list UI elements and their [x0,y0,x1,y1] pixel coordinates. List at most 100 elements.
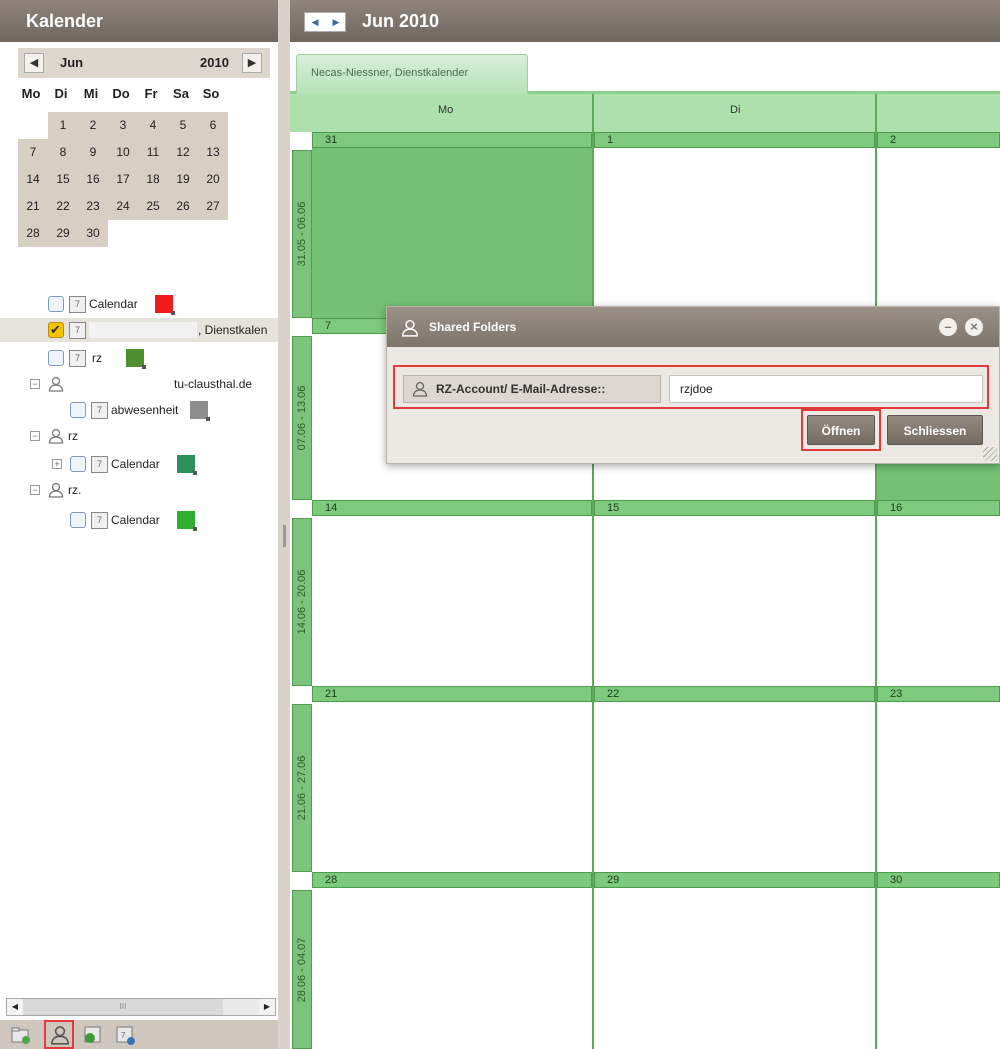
day-cell[interactable] [594,702,875,872]
account-input[interactable]: rzjdoe [669,375,983,403]
day-cell[interactable] [877,888,1000,1049]
mini-calendar-day[interactable]: 18 [138,166,168,193]
day-cell[interactable] [877,516,1000,686]
mini-calendar-day[interactable]: 8 [48,139,78,166]
day-cell[interactable] [312,148,592,318]
week-range-label[interactable]: 28.06 - 04.07 [292,890,312,1049]
mini-calendar-day[interactable]: 13 [198,139,228,166]
color-swatch[interactable] [155,295,175,315]
day-cell[interactable] [877,148,1000,318]
mini-calendar-day[interactable]: 7 [18,139,48,166]
mini-calendar-day[interactable]: 2 [78,112,108,139]
resize-grip[interactable] [983,447,997,461]
add-folder-icon[interactable] [10,1024,32,1046]
close-button[interactable]: Schliessen [887,415,983,445]
mini-calendar-day[interactable]: 22 [48,193,78,220]
mini-calendar-day[interactable]: 4 [138,112,168,139]
tree-item-user-rz[interactable]: − rz [0,424,278,448]
tree-item-user-rz2[interactable]: − rz. [0,478,278,502]
scroll-left-icon[interactable]: ◀ [7,999,23,1015]
day-number[interactable]: 2 [877,132,1000,148]
prev-icon[interactable]: ◀ [305,13,325,31]
sidebar-horizontal-scrollbar[interactable]: ◀ III ▶ [6,998,276,1016]
day-number[interactable]: 14 [312,500,592,516]
collapse-icon[interactable]: − [30,431,40,441]
tree-item-calendar-green[interactable]: 7 Calendar [0,508,278,532]
day-number[interactable]: 16 [877,500,1000,516]
tree-item-rz[interactable]: 7 rz [0,346,278,370]
shared-folders-button[interactable] [44,1020,74,1049]
mini-calendar-day[interactable]: 20 [198,166,228,193]
day-number[interactable]: 15 [594,500,875,516]
next-icon[interactable]: ▶ [326,13,346,31]
calendar-checkbox[interactable] [48,296,64,312]
week-range-label[interactable]: 07.06 - 13.06 [292,336,312,500]
calendar-checkbox[interactable] [48,318,64,342]
next-month-button[interactable]: ▶ [242,53,262,73]
tree-item-calendar-rz[interactable]: + 7 Calendar [0,452,278,476]
panel-splitter[interactable] [278,0,290,1049]
tab-dienstkalender[interactable]: Necas-Niessner, Dienstkalender [296,54,528,94]
close-icon[interactable]: × [965,318,983,336]
mini-calendar-day[interactable]: 12 [168,139,198,166]
minimize-icon[interactable]: – [939,318,957,336]
scroll-thumb[interactable]: III [23,999,223,1015]
day-cell[interactable] [312,516,592,686]
week-range-label[interactable]: 14.06 - 20.06 [292,518,312,686]
day-number[interactable]: 23 [877,686,1000,702]
day-number[interactable]: 28 [312,872,592,888]
day-number[interactable]: 29 [594,872,875,888]
day-cell[interactable] [312,702,592,872]
mini-calendar-day[interactable]: 10 [108,139,138,166]
mini-calendar-day[interactable]: 28 [18,220,48,247]
mini-calendar-day[interactable]: 11 [138,139,168,166]
collapse-icon[interactable]: − [30,485,40,495]
expand-icon[interactable]: + [52,459,62,469]
mini-calendar-day[interactable]: 14 [18,166,48,193]
day-cell[interactable] [594,148,875,318]
mini-calendar-day[interactable]: 9 [78,139,108,166]
mini-calendar-day[interactable]: 3 [108,112,138,139]
week-range-label[interactable]: 31.05 - 06.06 [292,150,312,318]
calendar-checkbox[interactable] [70,456,86,472]
refresh-folder-icon[interactable] [82,1024,104,1046]
calendar-checkbox[interactable] [70,402,86,418]
mini-calendar-day[interactable]: 5 [168,112,198,139]
open-button[interactable]: Öffnen [807,415,875,445]
mini-calendar-day[interactable]: 27 [198,193,228,220]
color-swatch[interactable] [126,349,146,369]
day-number[interactable]: 21 [312,686,592,702]
mini-calendar-day[interactable]: 30 [78,220,108,247]
prev-month-button[interactable]: ◀ [24,53,44,73]
calendar-settings-icon[interactable]: 7 [114,1024,136,1046]
tree-item-abwesenheit[interactable]: 7 abwesenheit [0,398,278,422]
mini-calendar-day[interactable]: 24 [108,193,138,220]
tree-item-user-tu-clausthal[interactable]: − tu-clausthal.de [0,372,278,396]
mini-calendar-day[interactable]: 29 [48,220,78,247]
collapse-icon[interactable]: − [30,379,40,389]
color-swatch[interactable] [190,401,210,421]
day-number[interactable]: 1 [594,132,875,148]
mini-calendar-day[interactable]: 17 [108,166,138,193]
color-swatch[interactable] [177,455,197,475]
mini-calendar-day[interactable]: 25 [138,193,168,220]
day-cell[interactable] [312,888,592,1049]
splitter-grip[interactable] [283,525,286,547]
tree-item-calendar-red[interactable]: 7 Calendar [0,292,278,316]
mini-calendar-day[interactable]: 19 [168,166,198,193]
day-cell[interactable] [594,888,875,1049]
mini-calendar-day[interactable]: 6 [198,112,228,139]
day-cell[interactable] [594,516,875,686]
mini-calendar-day[interactable]: 15 [48,166,78,193]
mini-calendar-day[interactable]: 16 [78,166,108,193]
mini-calendar-day[interactable]: 23 [78,193,108,220]
mini-calendar-day[interactable]: 26 [168,193,198,220]
day-cell[interactable] [877,702,1000,872]
calendar-checkbox[interactable] [48,350,64,366]
calendar-checkbox[interactable] [70,512,86,528]
day-number[interactable]: 22 [594,686,875,702]
week-range-label[interactable]: 21.06 - 27.06 [292,704,312,872]
mini-calendar-day[interactable]: 21 [18,193,48,220]
color-swatch[interactable] [177,511,197,531]
day-number[interactable]: 30 [877,872,1000,888]
